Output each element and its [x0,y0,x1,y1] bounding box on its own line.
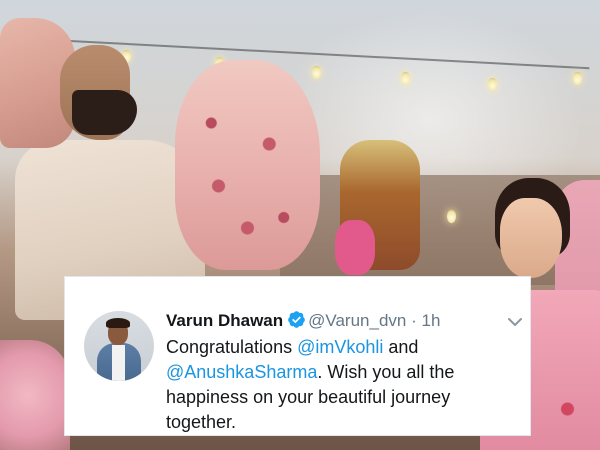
tweet-card[interactable]: Varun Dhawan @Varun_dvn · 1h Congratulati… [64,276,531,436]
chevron-down-icon[interactable] [506,313,524,331]
avatar-shirt [112,345,125,381]
light-bulb [401,72,410,85]
light-bulb [312,66,321,79]
profile-avatar[interactable] [84,311,154,381]
verified-badge-icon [287,310,306,335]
floral-head-covering [175,60,320,270]
bride-face [500,198,562,278]
avatar-hair [106,318,130,328]
mention-link[interactable]: @imVkohli [297,337,383,357]
separator-dot: · [411,311,417,330]
tweet-header: Varun Dhawan @Varun_dvn · 1h [166,310,516,335]
user-handle[interactable]: @Varun_dvn [308,311,406,330]
groom-beard [72,90,137,135]
mention-link[interactable]: @AnushkaSharma [166,362,317,382]
foreground-flowers [0,340,70,450]
tweet-text: Congratulations @imVkohli and @AnushkaSh… [166,335,521,435]
tweet-text-part: and [383,337,419,357]
display-name[interactable]: Varun Dhawan [166,311,283,330]
light-bulb [573,72,582,85]
tweet-time[interactable]: 1h [422,311,441,330]
string-lights-wire [69,40,590,70]
tweet-text-part: Congratulations [166,337,298,357]
light-bulb [447,210,456,223]
light-bulb [488,78,497,91]
pink-flower [335,220,375,275]
